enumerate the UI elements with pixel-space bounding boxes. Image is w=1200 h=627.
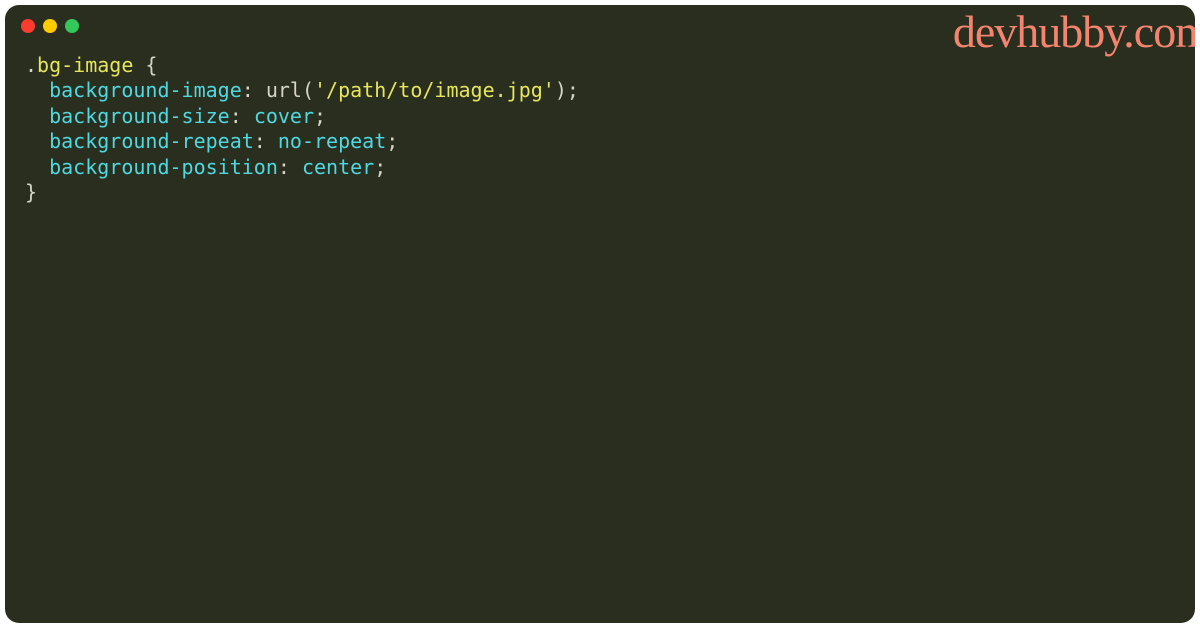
code-token xyxy=(25,129,49,153)
minimize-icon[interactable] xyxy=(43,19,57,33)
code-token: background-position xyxy=(49,155,278,179)
code-token: url xyxy=(266,78,302,102)
maximize-icon[interactable] xyxy=(65,19,79,33)
code-token: ; xyxy=(314,104,326,128)
code-block: .bg-image { background-image: url('/path… xyxy=(25,53,579,207)
code-token: background-repeat xyxy=(49,129,254,153)
code-token xyxy=(25,104,49,128)
code-token: '/path/to/image.jpg' xyxy=(314,78,555,102)
code-token: } xyxy=(25,180,37,204)
code-token xyxy=(25,78,49,102)
code-token: . xyxy=(25,53,37,77)
code-token: ; xyxy=(374,155,386,179)
code-token: ) xyxy=(555,78,567,102)
code-token: bg-image xyxy=(37,53,133,77)
window-controls xyxy=(21,19,79,33)
code-token: center xyxy=(302,155,374,179)
code-token: background-size xyxy=(49,104,230,128)
code-token: cover xyxy=(254,104,314,128)
code-window: devhubby.com .bg-image { background-imag… xyxy=(5,5,1195,623)
code-token xyxy=(25,155,49,179)
code-token: { xyxy=(133,53,157,77)
code-token: ( xyxy=(302,78,314,102)
code-token: background-image xyxy=(49,78,242,102)
code-token: : xyxy=(242,78,266,102)
code-token: : xyxy=(230,104,254,128)
code-token: : xyxy=(254,129,278,153)
code-token: : xyxy=(278,155,302,179)
watermark-text: devhubby.com xyxy=(953,5,1195,58)
close-icon[interactable] xyxy=(21,19,35,33)
code-token: ; xyxy=(567,78,579,102)
code-token: no-repeat xyxy=(278,129,386,153)
code-token: ; xyxy=(386,129,398,153)
